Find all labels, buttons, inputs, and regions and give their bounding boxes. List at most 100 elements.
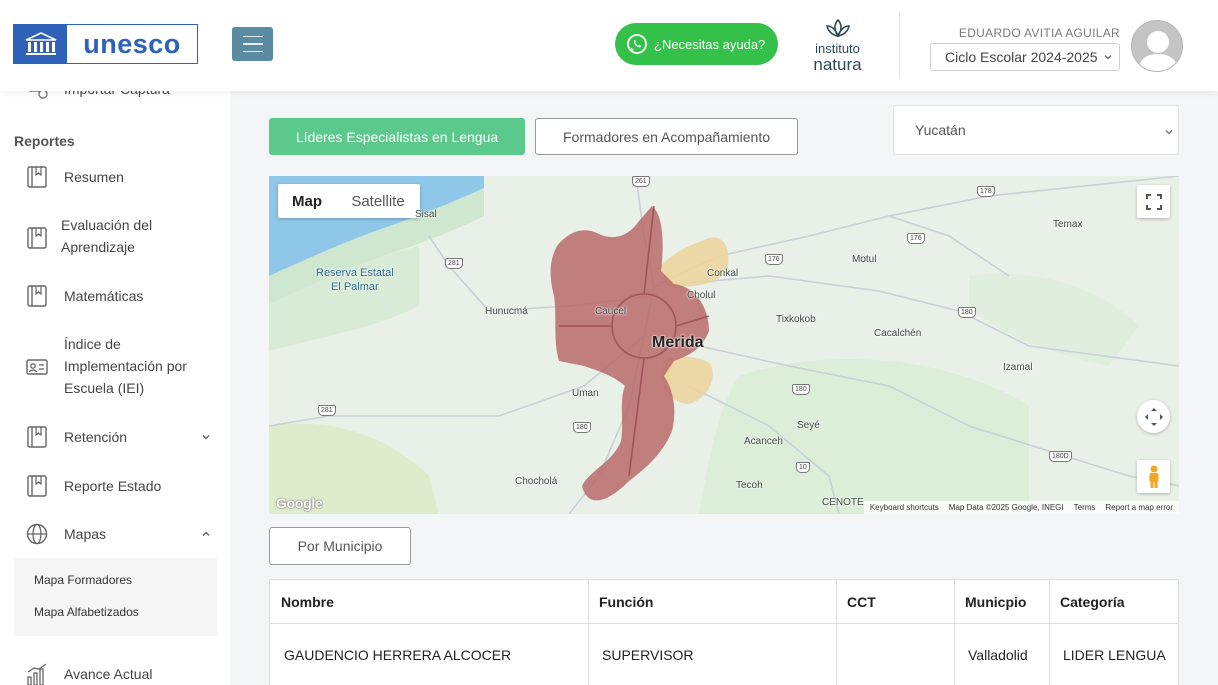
cycle-value: Ciclo Escolar 2024-2025 [945, 49, 1098, 65]
map-label-izamal: Izamal [1003, 362, 1033, 373]
partner-line2: natura [813, 55, 862, 74]
state-select[interactable]: Yucatán [893, 105, 1179, 155]
map-label-tixkokob: Tixkokob [776, 314, 816, 325]
menu-line [242, 50, 263, 53]
logo-text: unesco [83, 28, 181, 59]
sidebar-item-reporte-estado[interactable]: Reporte Estado [0, 474, 230, 498]
user-avatar[interactable] [1131, 20, 1183, 72]
terms-link[interactable]: Terms [1074, 503, 1096, 512]
sidebar-item-avance-actual[interactable]: Avance Actual [0, 662, 230, 685]
map-label-reserva: Reserva Estatal El Palmar [316, 266, 394, 294]
state-value: Yucatán [915, 122, 966, 138]
map-base [269, 176, 1179, 514]
whatsapp-icon [627, 34, 647, 54]
map-pan-control[interactable] [1137, 400, 1170, 433]
pegman-icon [1149, 465, 1158, 488]
map-label-uman: Uman [572, 388, 599, 399]
sidebar-item-matematicas[interactable]: Matemáticas [0, 284, 230, 308]
submenu-item-mapa-alfabetizados[interactable]: Mapa Alfabetizados [34, 605, 139, 619]
table-cell-funcion: SUPERVISOR [602, 647, 694, 663]
chevron-up-icon [202, 531, 210, 537]
sidebar-item-label: Evaluación del Aprendizaje [61, 217, 153, 255]
map-label-cholul: Cholul [687, 290, 716, 301]
column-header-cct[interactable]: CCT [836, 580, 954, 623]
menu-line [242, 43, 263, 45]
map-label-caucel: Caucel [595, 306, 627, 317]
sidebar-item-label: Mapas [64, 526, 107, 542]
map-label-cacalchen: Cacalchén [874, 328, 922, 339]
bar-chart-icon [27, 663, 47, 685]
import-capture-icon [28, 91, 48, 99]
book-icon [27, 166, 47, 188]
sidebar: Importar Captura Reportes Resumen Evalua… [0, 91, 230, 685]
chevron-down-icon [1165, 130, 1173, 135]
map-label-merida: Merida [652, 334, 704, 351]
map-type-map-button[interactable]: Map [278, 184, 336, 218]
street-view-pegman[interactable] [1137, 460, 1170, 493]
sidebar-item-label: Retención [64, 429, 128, 445]
column-header-nombre[interactable]: Nombre [270, 580, 588, 623]
map-type-control: Map Satellite [278, 184, 420, 218]
map-label-chochola: Chocholá [515, 476, 558, 487]
route-shield: 178 [977, 186, 995, 197]
column-header-categoria[interactable]: Categoría [1049, 580, 1178, 623]
globe-icon [26, 523, 48, 545]
sidebar-item-label: Importar Captura [64, 91, 170, 100]
hamburger-menu-button[interactable] [232, 27, 273, 61]
column-header-funcion[interactable]: Función [588, 580, 836, 623]
map-data-text: Map Data ©2025 Google, INEGI [948, 503, 1064, 512]
sidebar-item-iei[interactable]: Índice de Implementación por Escuela (IE… [0, 333, 230, 401]
sidebar-item-label: Índice de Implementación por Escuela (IE… [64, 336, 187, 396]
chevron-down-icon [202, 434, 210, 440]
keyboard-shortcuts-link[interactable]: Keyboard shortcuts [870, 503, 939, 512]
unesco-logo[interactable]: unesco [13, 24, 198, 64]
partner-line1: instituto [815, 41, 860, 56]
header-divider [899, 12, 900, 78]
help-whatsapp-button[interactable]: ¿Necesitas ayuda? [615, 23, 778, 65]
route-shield: 180 [958, 307, 976, 318]
instituto-natura-logo: instituto natura [805, 16, 870, 73]
leaders-table: Nombre Función CCT Municpio Categoría GA… [269, 579, 1179, 685]
table-cell-categoria: LIDER LENGUA [1063, 647, 1166, 663]
column-header-municipio[interactable]: Municpio [954, 580, 1049, 623]
map-label-temax: Temax [1053, 219, 1083, 230]
route-shield: 176 [765, 254, 783, 265]
map-type-satellite-button[interactable]: Satellite [336, 184, 420, 218]
report-map-error-link[interactable]: Report a map error [1105, 503, 1173, 512]
submenu-item-mapa-formadores[interactable]: Mapa Formadores [34, 573, 132, 587]
sidebar-item-retencion[interactable]: Retención [0, 425, 230, 449]
sidebar-item-mapas[interactable]: Mapas [0, 522, 230, 546]
sidebar-item-label: Resumen [64, 169, 124, 185]
table-cell-cct [836, 623, 954, 685]
book-icon [27, 475, 47, 497]
menu-line [242, 35, 263, 38]
map-label-hunucma: Hunucmá [485, 306, 528, 317]
fullscreen-icon [1145, 193, 1162, 210]
sidebar-item-evaluacion[interactable]: Evaluación del Aprendizaje [0, 214, 230, 260]
fullscreen-button[interactable] [1137, 185, 1170, 218]
map-label-seye: Seyé [797, 420, 820, 431]
flower-icon [825, 18, 850, 38]
table-cell-municipio: Valladolid [968, 647, 1028, 663]
user-name: EDUARDO AVITIA AGUILAR [958, 26, 1120, 40]
route-shield: 261 [632, 176, 650, 187]
sidebar-section-title: Reportes [14, 133, 75, 149]
header: unesco ¿Necesitas ayuda? instituto natur… [0, 0, 1218, 91]
map-label-conkal: Conkal [707, 268, 739, 279]
map-label-sisal: Sisal [415, 209, 437, 220]
sidebar-item-resumen[interactable]: Resumen [0, 165, 230, 189]
by-municipality-button[interactable]: Por Municipio [269, 527, 411, 565]
book-icon [27, 285, 47, 307]
map-label-cenote: CENOTE [822, 497, 864, 508]
route-shield: 180 [792, 384, 810, 395]
route-shield: 176 [907, 233, 925, 244]
school-cycle-select[interactable]: Ciclo Escolar 2024-2025 [930, 43, 1120, 71]
tab-lideres-especialistas[interactable]: Líderes Especialistas en Lengua [269, 118, 525, 155]
sidebar-item-label: Matemáticas [64, 288, 144, 304]
sidebar-item-import[interactable]: Importar Captura [0, 91, 230, 101]
sidebar-item-label: Avance Actual [64, 666, 153, 682]
google-logo: Google [276, 495, 323, 511]
map[interactable]: Map Satellite Reserva Estatal El Palmar … [269, 176, 1179, 514]
tab-formadores-acompanamiento[interactable]: Formadores en Acompañamiento [535, 118, 798, 155]
user-silhouette-icon [1138, 31, 1178, 71]
